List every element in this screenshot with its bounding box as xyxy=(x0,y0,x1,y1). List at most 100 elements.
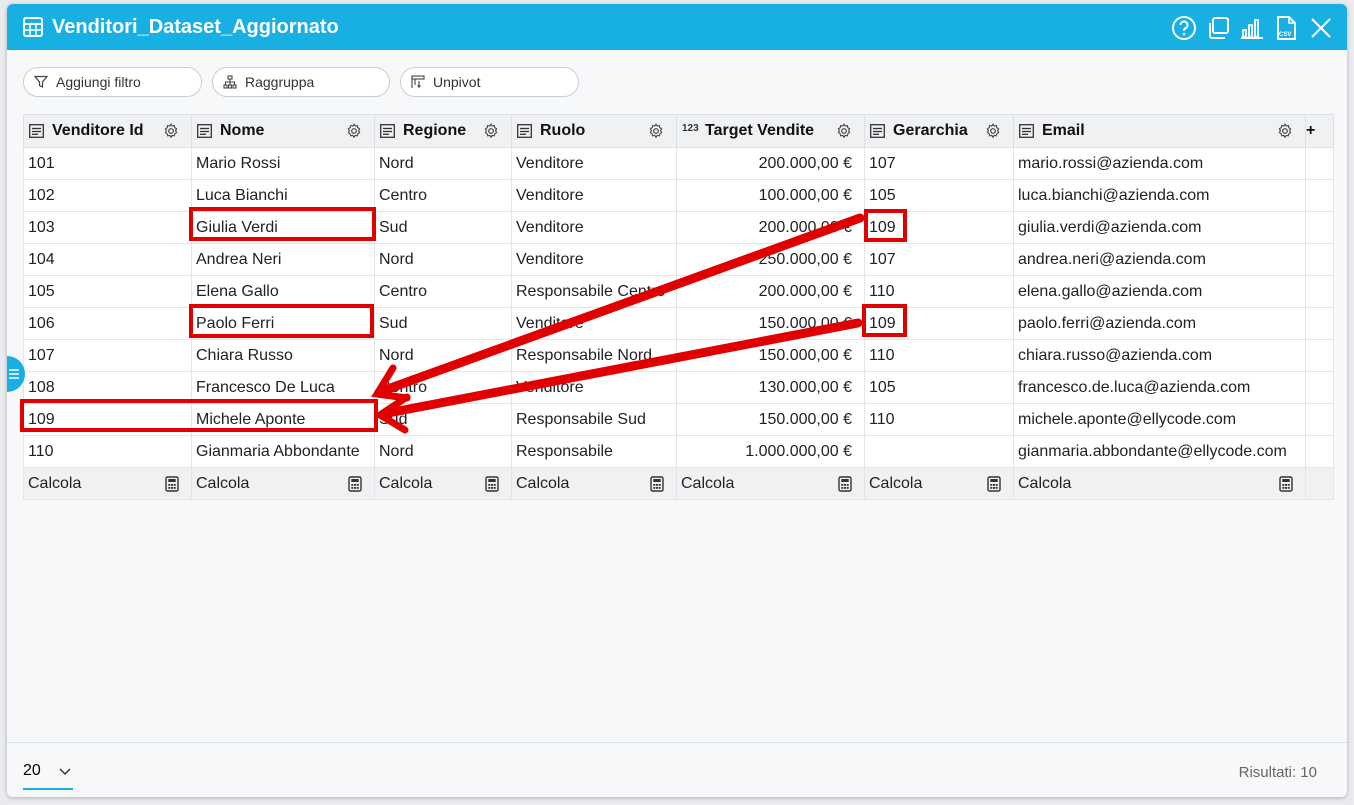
table-cell[interactable]: giulia.verdi@azienda.com xyxy=(1013,211,1306,244)
table-cell[interactable]: 109 xyxy=(864,307,1014,340)
table-cell[interactable]: Centro xyxy=(374,371,512,404)
table-cell[interactable]: Paolo Ferri xyxy=(191,307,375,340)
table-cell[interactable]: Nord xyxy=(374,339,512,372)
table-row[interactable]: 108 Francesco De Luca Centro Venditore 130.0… xyxy=(23,371,1334,404)
table-row[interactable]: 106 Paolo Ferri Sud Venditore 150.000,00 €10… xyxy=(23,307,1334,340)
table-cell[interactable]: paolo.ferri@azienda.com xyxy=(1013,307,1306,340)
table-cell[interactable]: 103 xyxy=(23,211,192,244)
gear-icon[interactable] xyxy=(1277,123,1293,139)
table-row[interactable]: 109 Michele Aponte Sud Responsabile Sud 150.… xyxy=(23,403,1334,436)
column-header[interactable]: Gerarchia xyxy=(864,114,1014,148)
table-cell[interactable]: Venditore xyxy=(511,371,677,404)
copy-icon[interactable] xyxy=(1205,15,1231,41)
table-cell[interactable]: Venditore xyxy=(511,147,677,180)
table-cell[interactable]: Venditore xyxy=(511,307,677,340)
table-cell[interactable]: 150.000,00 € xyxy=(676,307,865,340)
column-header[interactable]: Regione xyxy=(374,114,512,148)
gear-icon[interactable] xyxy=(985,123,1001,139)
table-cell[interactable]: 105 xyxy=(864,371,1014,404)
calculate-cell[interactable]: Calcola xyxy=(1013,467,1306,500)
table-cell[interactable]: Giulia Verdi xyxy=(191,211,375,244)
calculate-cell[interactable]: Calcola xyxy=(374,467,512,500)
table-row[interactable]: 110 Gianmaria Abbondante Nord Responsabile 1… xyxy=(23,435,1334,468)
page-size-select[interactable]: 20 xyxy=(23,760,73,790)
table-row[interactable]: 102 Luca Bianchi Centro Venditore 100.000,00… xyxy=(23,179,1334,212)
table-cell[interactable]: gianmaria.abbondante@ellycode.com xyxy=(1013,435,1306,468)
calculator-icon[interactable] xyxy=(838,476,852,492)
table-cell[interactable]: luca.bianchi@azienda.com xyxy=(1013,179,1306,212)
table-cell[interactable]: 104 xyxy=(23,243,192,276)
add-column-button[interactable]: + xyxy=(1305,114,1334,148)
calculator-icon[interactable] xyxy=(485,476,499,492)
calculator-icon[interactable] xyxy=(650,476,664,492)
group-button[interactable]: Raggruppa xyxy=(212,67,390,97)
calculator-icon[interactable] xyxy=(348,476,362,492)
column-header[interactable]: Email xyxy=(1013,114,1306,148)
gear-icon[interactable] xyxy=(836,123,852,139)
csv-export-icon[interactable]: CSV xyxy=(1273,15,1299,41)
column-header[interactable]: 123 Target Vendite xyxy=(676,114,865,148)
table-cell[interactable]: 109 xyxy=(864,211,1014,244)
table-cell[interactable]: 105 xyxy=(864,179,1014,212)
close-icon[interactable] xyxy=(1308,15,1334,41)
table-cell[interactable]: michele.aponte@ellycode.com xyxy=(1013,403,1306,436)
calculator-icon[interactable] xyxy=(987,476,1001,492)
bar-chart-icon[interactable] xyxy=(1239,15,1265,41)
table-cell[interactable]: 250.000,00 € xyxy=(676,243,865,276)
table-cell[interactable]: Sud xyxy=(374,211,512,244)
table-cell[interactable]: francesco.de.luca@azienda.com xyxy=(1013,371,1306,404)
table-cell[interactable]: 110 xyxy=(864,275,1014,308)
table-cell[interactable]: 107 xyxy=(864,243,1014,276)
table-cell[interactable]: 200.000,00 € xyxy=(676,211,865,244)
table-row[interactable]: 101 Mario Rossi Nord Venditore 200.000,00 €1… xyxy=(23,147,1334,180)
table-cell[interactable]: Andrea Neri xyxy=(191,243,375,276)
table-cell[interactable]: 109 xyxy=(23,403,192,436)
table-row[interactable]: 105 Elena Gallo Centro Responsabile Centro 2… xyxy=(23,275,1334,308)
table-cell[interactable]: andrea.neri@azienda.com xyxy=(1013,243,1306,276)
table-cell[interactable]: Responsabile Sud xyxy=(511,403,677,436)
table-cell[interactable]: 200.000,00 € xyxy=(676,147,865,180)
table-cell[interactable]: Venditore xyxy=(511,179,677,212)
table-row[interactable]: 103 Giulia Verdi Sud Venditore 200.000,00 €1… xyxy=(23,211,1334,244)
calculate-cell[interactable]: Calcola xyxy=(23,467,192,500)
table-cell[interactable]: 1.000.000,00 € xyxy=(676,435,865,468)
table-cell[interactable]: Responsabile Nord xyxy=(511,339,677,372)
gear-icon[interactable] xyxy=(346,123,362,139)
calculate-cell[interactable]: Calcola xyxy=(864,467,1014,500)
table-cell[interactable]: Nord xyxy=(374,147,512,180)
add-filter-button[interactable]: Aggiungi filtro xyxy=(23,67,202,97)
calculate-cell[interactable]: Calcola xyxy=(676,467,865,500)
table-cell[interactable]: Nord xyxy=(374,435,512,468)
table-cell[interactable]: Venditore xyxy=(511,243,677,276)
table-cell[interactable]: elena.gallo@azienda.com xyxy=(1013,275,1306,308)
gear-icon[interactable] xyxy=(483,123,499,139)
table-cell[interactable]: Luca Bianchi xyxy=(191,179,375,212)
table-cell[interactable]: Mario Rossi xyxy=(191,147,375,180)
calculate-cell[interactable]: Calcola xyxy=(511,467,677,500)
table-cell[interactable]: mario.rossi@azienda.com xyxy=(1013,147,1306,180)
unpivot-button[interactable]: Unpivot xyxy=(400,67,579,97)
calculator-icon[interactable] xyxy=(165,476,179,492)
table-cell[interactable]: Venditore xyxy=(511,211,677,244)
column-header[interactable]: Venditore Id xyxy=(23,114,192,148)
table-cell[interactable]: Michele Aponte xyxy=(191,403,375,436)
table-cell[interactable]: 200.000,00 € xyxy=(676,275,865,308)
table-cell[interactable]: Chiara Russo xyxy=(191,339,375,372)
table-cell[interactable]: 107 xyxy=(864,147,1014,180)
help-icon[interactable] xyxy=(1171,15,1197,41)
table-cell[interactable]: 110 xyxy=(23,435,192,468)
table-cell[interactable]: 100.000,00 € xyxy=(676,179,865,212)
table-cell[interactable]: 107 xyxy=(23,339,192,372)
table-cell[interactable]: chiara.russo@azienda.com xyxy=(1013,339,1306,372)
column-header[interactable]: Nome xyxy=(191,114,375,148)
gear-icon[interactable] xyxy=(648,123,664,139)
table-cell[interactable]: Responsabile Centro xyxy=(511,275,677,308)
table-cell[interactable]: 108 xyxy=(23,371,192,404)
table-cell[interactable]: Sud xyxy=(374,307,512,340)
table-cell[interactable]: 110 xyxy=(864,339,1014,372)
calculator-icon[interactable] xyxy=(1279,476,1293,492)
table-cell[interactable]: 150.000,00 € xyxy=(676,339,865,372)
table-cell[interactable]: 110 xyxy=(864,403,1014,436)
calculate-cell[interactable]: Calcola xyxy=(191,467,375,500)
gear-icon[interactable] xyxy=(163,123,179,139)
